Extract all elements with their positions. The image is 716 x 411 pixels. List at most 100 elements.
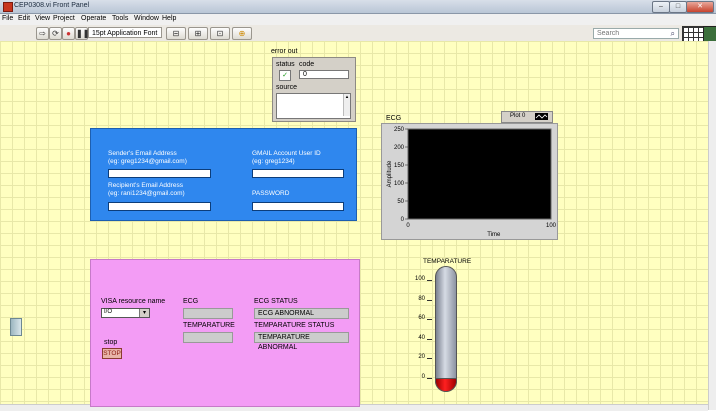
pause-icon[interactable]: ❚❚ <box>75 27 89 40</box>
legend-label: Plot 0 <box>510 113 526 119</box>
y-tick-label: 150 <box>394 163 405 169</box>
sender-email-field[interactable] <box>108 169 211 178</box>
thermometer-tube <box>435 266 457 392</box>
stop-button[interactable]: STOP <box>102 348 122 359</box>
source-field: ▴ <box>276 93 351 119</box>
font-select[interactable]: 15pt Application Font ▾ <box>88 27 162 48</box>
x-axis-label: Time <box>487 232 501 238</box>
temparature-value <box>183 332 233 343</box>
reorder-icon[interactable]: ⊕ <box>232 27 252 40</box>
thermometer-tick-label: 60 <box>418 315 425 322</box>
run-continuously-icon[interactable]: ⟳ <box>49 27 62 40</box>
thermometer-tick-mark <box>427 338 432 340</box>
status-checkmark-icon: ✓ <box>279 70 291 81</box>
palette-tab[interactable] <box>10 318 22 336</box>
maximize-button[interactable]: □ <box>669 1 687 13</box>
plot-legend[interactable]: Plot 0 <box>501 111 553 123</box>
y-axis-label: Amplitude <box>387 160 393 187</box>
menu-file[interactable]: File <box>2 15 13 22</box>
menu-help[interactable]: Help <box>162 15 176 22</box>
font-select-label: 15pt Application Font <box>92 30 158 37</box>
recipient-email-field[interactable] <box>108 202 211 211</box>
vi-icon <box>703 26 716 42</box>
x-tick-label: 0 <box>406 223 410 229</box>
y-tick-label: 100 <box>394 181 405 187</box>
x-tick-label: 100 <box>546 223 557 229</box>
error-out-label: error out <box>271 48 298 55</box>
title-bar: CEP0308.vi Front Panel – □ ✕ <box>0 0 716 14</box>
recipient-email-hint: (eg: rani1234@gmail.com) <box>108 190 185 197</box>
search-input[interactable] <box>594 29 657 38</box>
ecg-status-label: ECG STATUS <box>254 298 298 305</box>
temparature-label: TEMPARATURE <box>183 322 235 329</box>
y-tick-label: 50 <box>397 199 404 205</box>
search-box[interactable]: ⌕ <box>593 28 679 39</box>
minimize-button[interactable]: – <box>652 1 670 13</box>
thermometer: 100 80 60 40 20 0 <box>385 264 475 396</box>
thermometer-tick-label: 20 <box>418 354 425 361</box>
ecg-label: ECG <box>183 298 199 305</box>
thermometer-tick-mark <box>427 378 432 379</box>
thermometer-fill <box>435 378 457 392</box>
menu-bar: File Edit View Project Operate Tools Win… <box>0 14 716 25</box>
status-label: status <box>276 61 295 68</box>
gmail-user-id-label: GMAIL Account User ID <box>252 150 321 157</box>
code-label: code <box>299 61 315 68</box>
source-label: source <box>276 84 298 91</box>
sender-email-hint: (eg: greg1234@gmail.com) <box>108 158 187 165</box>
visa-resource-icon: I/O <box>104 309 113 315</box>
visa-resource-label: VISA resource name <box>101 298 166 305</box>
chart-title: ECG <box>386 115 402 122</box>
legend-line-icon <box>535 113 548 120</box>
gmail-user-id-hint: (eg: greg1234) <box>252 158 295 165</box>
connector-pane-icon <box>682 26 704 42</box>
menu-project[interactable]: Project <box>53 15 75 22</box>
window-title: CEP0308.vi Front Panel <box>14 2 90 9</box>
menu-operate[interactable]: Operate <box>81 15 106 22</box>
recipient-email-label: Recipient's Email Address <box>108 182 183 189</box>
distribute-objects-icon[interactable]: ⊞ <box>188 27 208 40</box>
thermometer-tick-label: 80 <box>418 295 425 302</box>
menu-window[interactable]: Window <box>134 15 159 22</box>
gmail-user-id-field[interactable] <box>252 169 344 178</box>
ecg-value <box>183 308 233 319</box>
menu-view[interactable]: View <box>35 15 50 22</box>
visa-resource-select[interactable]: I/O ▾ <box>101 308 150 318</box>
instrument-panel: VISA resource name I/O ▾ ECG TEMPARATURE… <box>90 259 360 407</box>
thermometer-tick-mark <box>427 299 432 301</box>
thermometer-tick-mark <box>427 319 432 321</box>
y-tick-label: 250 <box>394 127 405 133</box>
run-icon[interactable]: ⇨ <box>36 27 49 40</box>
code-value: 0 <box>299 70 349 79</box>
source-scrollbar[interactable]: ▴ <box>343 94 350 116</box>
menu-tools[interactable]: Tools <box>112 15 128 22</box>
y-tick-label: 0 <box>401 217 405 223</box>
align-objects-icon[interactable]: ⊟ <box>166 27 186 40</box>
y-tick-label: 200 <box>394 145 405 151</box>
password-field[interactable] <box>252 202 344 211</box>
abort-icon[interactable]: ● <box>62 27 75 40</box>
app-icon <box>3 2 13 12</box>
ecg-chart-svg: 250 200 150 100 50 0 0 100 Amplitude Time <box>387 127 557 238</box>
thermometer-tick-label: 100 <box>414 276 425 282</box>
thermometer-tick-mark <box>427 358 432 360</box>
close-button[interactable]: ✕ <box>686 1 714 13</box>
error-out-cluster: status code ✓ 0 source ▴ <box>272 57 356 122</box>
thermometer-tick-mark <box>427 280 432 281</box>
chevron-down-icon[interactable]: ▾ <box>139 309 149 317</box>
stop-label: stop <box>104 339 118 346</box>
ecg-status-value: ECG ABNORMAL <box>254 308 349 319</box>
password-label: PASSWORD <box>252 190 290 197</box>
menu-edit[interactable]: Edit <box>18 15 30 22</box>
temparature-status-label: TEMPARATURE STATUS <box>254 322 335 329</box>
resize-objects-icon[interactable]: ⊡ <box>210 27 230 40</box>
ecg-chart: 250 200 150 100 50 0 0 100 Amplitude Time <box>381 123 558 240</box>
thermometer-tick-label: 40 <box>418 334 425 341</box>
search-icon[interactable]: ⌕ <box>671 29 675 39</box>
vertical-scrollbar[interactable] <box>708 41 716 410</box>
email-panel: Sender's Email Address (eg: greg1234@gma… <box>90 128 357 221</box>
temparature-status-value: TEMPARATURE ABNORMAL <box>254 332 349 351</box>
plot-area <box>407 128 552 220</box>
sender-email-label: Sender's Email Address <box>108 150 177 157</box>
thermometer-tick-label: 0 <box>421 374 425 380</box>
